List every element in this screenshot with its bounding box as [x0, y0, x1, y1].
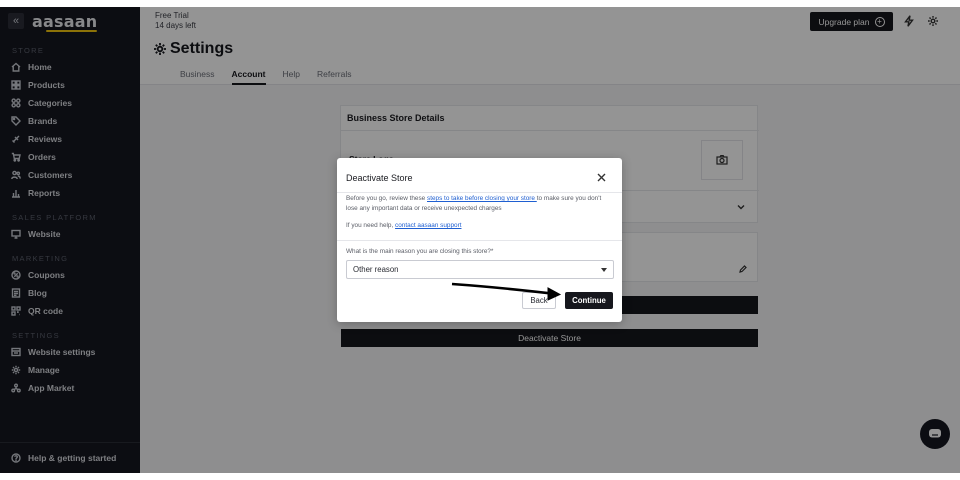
- annotation-arrow: [451, 282, 562, 301]
- app-frame: « aasaan STORE Home Products Categories …: [0, 7, 960, 473]
